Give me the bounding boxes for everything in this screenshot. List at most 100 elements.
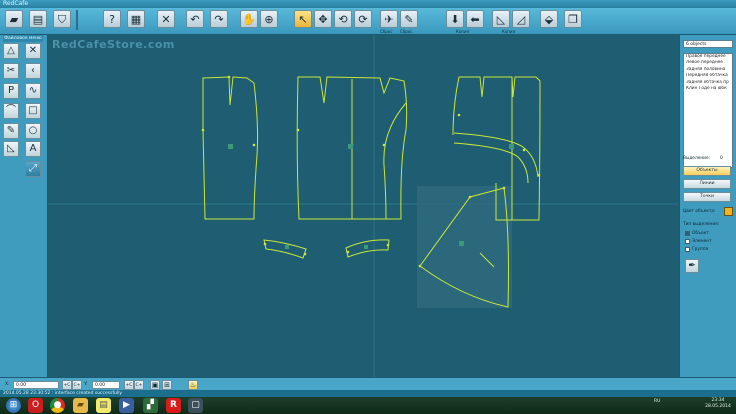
selection-label: Выделение:	[683, 156, 711, 161]
circle-icon[interactable]: ○	[25, 123, 41, 139]
y-coordinate-field[interactable]: 0.00	[92, 381, 120, 389]
x-label: X:	[5, 382, 10, 387]
opera-icon[interactable]: O	[28, 398, 43, 413]
selection-value: 0	[720, 156, 723, 161]
tools-icon[interactable]: ♨	[188, 380, 198, 390]
redcafe-icon[interactable]: R	[166, 398, 181, 413]
log-message: 2014.05.28 23:30:52 : interface created …	[0, 390, 736, 397]
list-item[interactable]: Передняя обтачка	[684, 73, 732, 79]
clock[interactable]: 23:34 28.05.2014	[702, 398, 734, 410]
snap-icon[interactable]: ▣	[150, 380, 160, 390]
right-properties-panel: 6 objects Правое переднее Левое переднее…	[679, 35, 736, 377]
arrow-down-icon[interactable]: ⬇	[446, 10, 464, 28]
copy-caption: Копия	[456, 29, 469, 34]
pattern-drawing	[48, 35, 678, 377]
drawing-canvas[interactable]: RedCafeStore.com	[48, 35, 678, 377]
notch-icon[interactable]: ◺	[3, 141, 19, 157]
back-right-outline	[452, 76, 460, 136]
points-button[interactable]: Точки	[683, 192, 731, 202]
rotate-icon[interactable]: ⟲	[334, 10, 352, 28]
piece-center-marker	[509, 144, 514, 149]
coord-button[interactable]: C+	[134, 380, 144, 390]
p-curve-icon[interactable]: P	[3, 83, 19, 99]
frame-icon[interactable]: ▢	[188, 398, 203, 413]
move-icon[interactable]: ✥	[314, 10, 332, 28]
piece-center-marker	[364, 245, 368, 249]
bezier-corner-icon[interactable]: ⌒	[3, 103, 19, 119]
rotate-cw-icon[interactable]: ⟳	[354, 10, 372, 28]
clock-date: 28.05.2014	[705, 404, 731, 409]
rectangle-icon[interactable]: □	[25, 103, 41, 119]
scale-alt-icon[interactable]: ◿	[512, 10, 530, 28]
objects-button[interactable]: Объекты	[683, 166, 731, 176]
undo-icon[interactable]: ↶	[186, 10, 204, 28]
s-curve-icon[interactable]: ∿	[25, 83, 41, 99]
reset-caption: Сброс	[380, 29, 393, 34]
select-arrow-icon[interactable]: ↖	[294, 10, 312, 28]
shirt-icon[interactable]: ⛉	[53, 10, 71, 28]
pan-hand-icon[interactable]: ✋	[240, 10, 258, 28]
eyedropper-icon[interactable]: ✒	[685, 259, 699, 273]
status-bar: X: 0.00 +C C+ Y: 0.00 +C C+ ▣ ⊞ ♨	[0, 377, 736, 391]
coord-button[interactable]: +C	[124, 380, 134, 390]
pencil-icon[interactable]: ✎	[3, 123, 19, 139]
piece-center-marker	[228, 144, 233, 149]
explorer-folder-icon[interactable]: ▰	[73, 398, 88, 413]
scale-icon[interactable]: ◺	[492, 10, 510, 28]
coord-button[interactable]: +C	[62, 380, 72, 390]
window-title: RedCafe	[0, 0, 736, 8]
pen-icon[interactable]: ✎	[400, 10, 418, 28]
open-folder-icon[interactable]: ▰	[5, 10, 23, 28]
object-color-label: Цвет объекта:	[683, 209, 716, 214]
chrome-icon[interactable]: ●	[50, 398, 65, 413]
facing-band	[453, 132, 539, 184]
object-color-swatch[interactable]	[724, 207, 733, 216]
text-a-icon[interactable]: A	[25, 141, 41, 157]
object-list[interactable]: Правое переднее Левое переднее Задняя по…	[683, 53, 733, 168]
piece-center-marker	[459, 241, 464, 246]
winrar-icon[interactable]: ▞	[143, 398, 158, 413]
language-indicator[interactable]: RU	[654, 399, 660, 405]
radio-element-label: Элемент	[692, 239, 712, 244]
wave-arrow-icon[interactable]: ⤢	[25, 161, 41, 177]
windows-start-icon[interactable]: ⊞	[6, 398, 21, 413]
media-player-icon[interactable]: ▶	[119, 398, 134, 413]
triangle-icon[interactable]: △	[3, 43, 19, 59]
left-tool-panel: Файловое меню △ ✕ ✂ ‹ P ∿ ⌒ □ ✎ ○ ◺ A ⤢	[0, 35, 48, 377]
print-icon[interactable]: ▤	[29, 10, 47, 28]
copy-caption: Копия	[502, 29, 515, 34]
line-cross-icon[interactable]: ✕	[25, 43, 41, 59]
radio-element[interactable]	[685, 239, 690, 244]
radio-group[interactable]	[685, 247, 690, 252]
piece-center-marker	[348, 144, 353, 149]
scissors-icon[interactable]: ✂	[3, 63, 19, 79]
coord-button[interactable]: C+	[72, 380, 82, 390]
piece-center-marker	[285, 245, 289, 249]
cut-icon[interactable]: ✕	[157, 10, 175, 28]
main-toolbar: ▰ ▤ ⛉ ? ▦ ✕ ↶ ↷ ✋ ⊕ ↖ ✥ ⟲ ⟳ ✈ Сброс ✎ Сб…	[0, 8, 736, 35]
selection-type-label: Тип выделения:	[683, 222, 720, 227]
corner-icon[interactable]: ‹	[25, 63, 41, 79]
x-coordinate-field[interactable]: 0.00	[13, 381, 59, 389]
arrow-left-icon[interactable]: ⬅	[466, 10, 484, 28]
help-icon[interactable]: ?	[103, 10, 121, 28]
list-item[interactable]: Клин Годе на юбк	[684, 86, 732, 92]
notes-icon[interactable]: ▤	[96, 398, 111, 413]
zoom-icon[interactable]: ⊕	[260, 10, 278, 28]
transform-icon[interactable]: ⬙	[540, 10, 558, 28]
windows-taskbar: ⊞ O ● ▰ ▤ ▶ ▞ R ▢ RU 23:34 28.05.2014	[0, 397, 736, 414]
redo-icon[interactable]: ↷	[210, 10, 228, 28]
radio-object-label: Объект	[692, 231, 709, 236]
lines-button[interactable]: Линии	[683, 179, 731, 189]
grid-icon[interactable]: ⊞	[162, 380, 172, 390]
back-facing-curve	[383, 102, 407, 220]
panel-caption: Файловое меню	[3, 35, 43, 42]
toolbar-separator	[76, 10, 78, 30]
mirror-icon[interactable]: ✈	[380, 10, 398, 28]
object-count: 6 objects	[683, 40, 733, 48]
reset-caption: Сброс	[400, 29, 413, 34]
radio-object[interactable]	[685, 231, 690, 236]
group-icon[interactable]: ❐	[564, 10, 582, 28]
radio-group-label: Группа	[692, 247, 709, 252]
calculator-icon[interactable]: ▦	[127, 10, 145, 28]
